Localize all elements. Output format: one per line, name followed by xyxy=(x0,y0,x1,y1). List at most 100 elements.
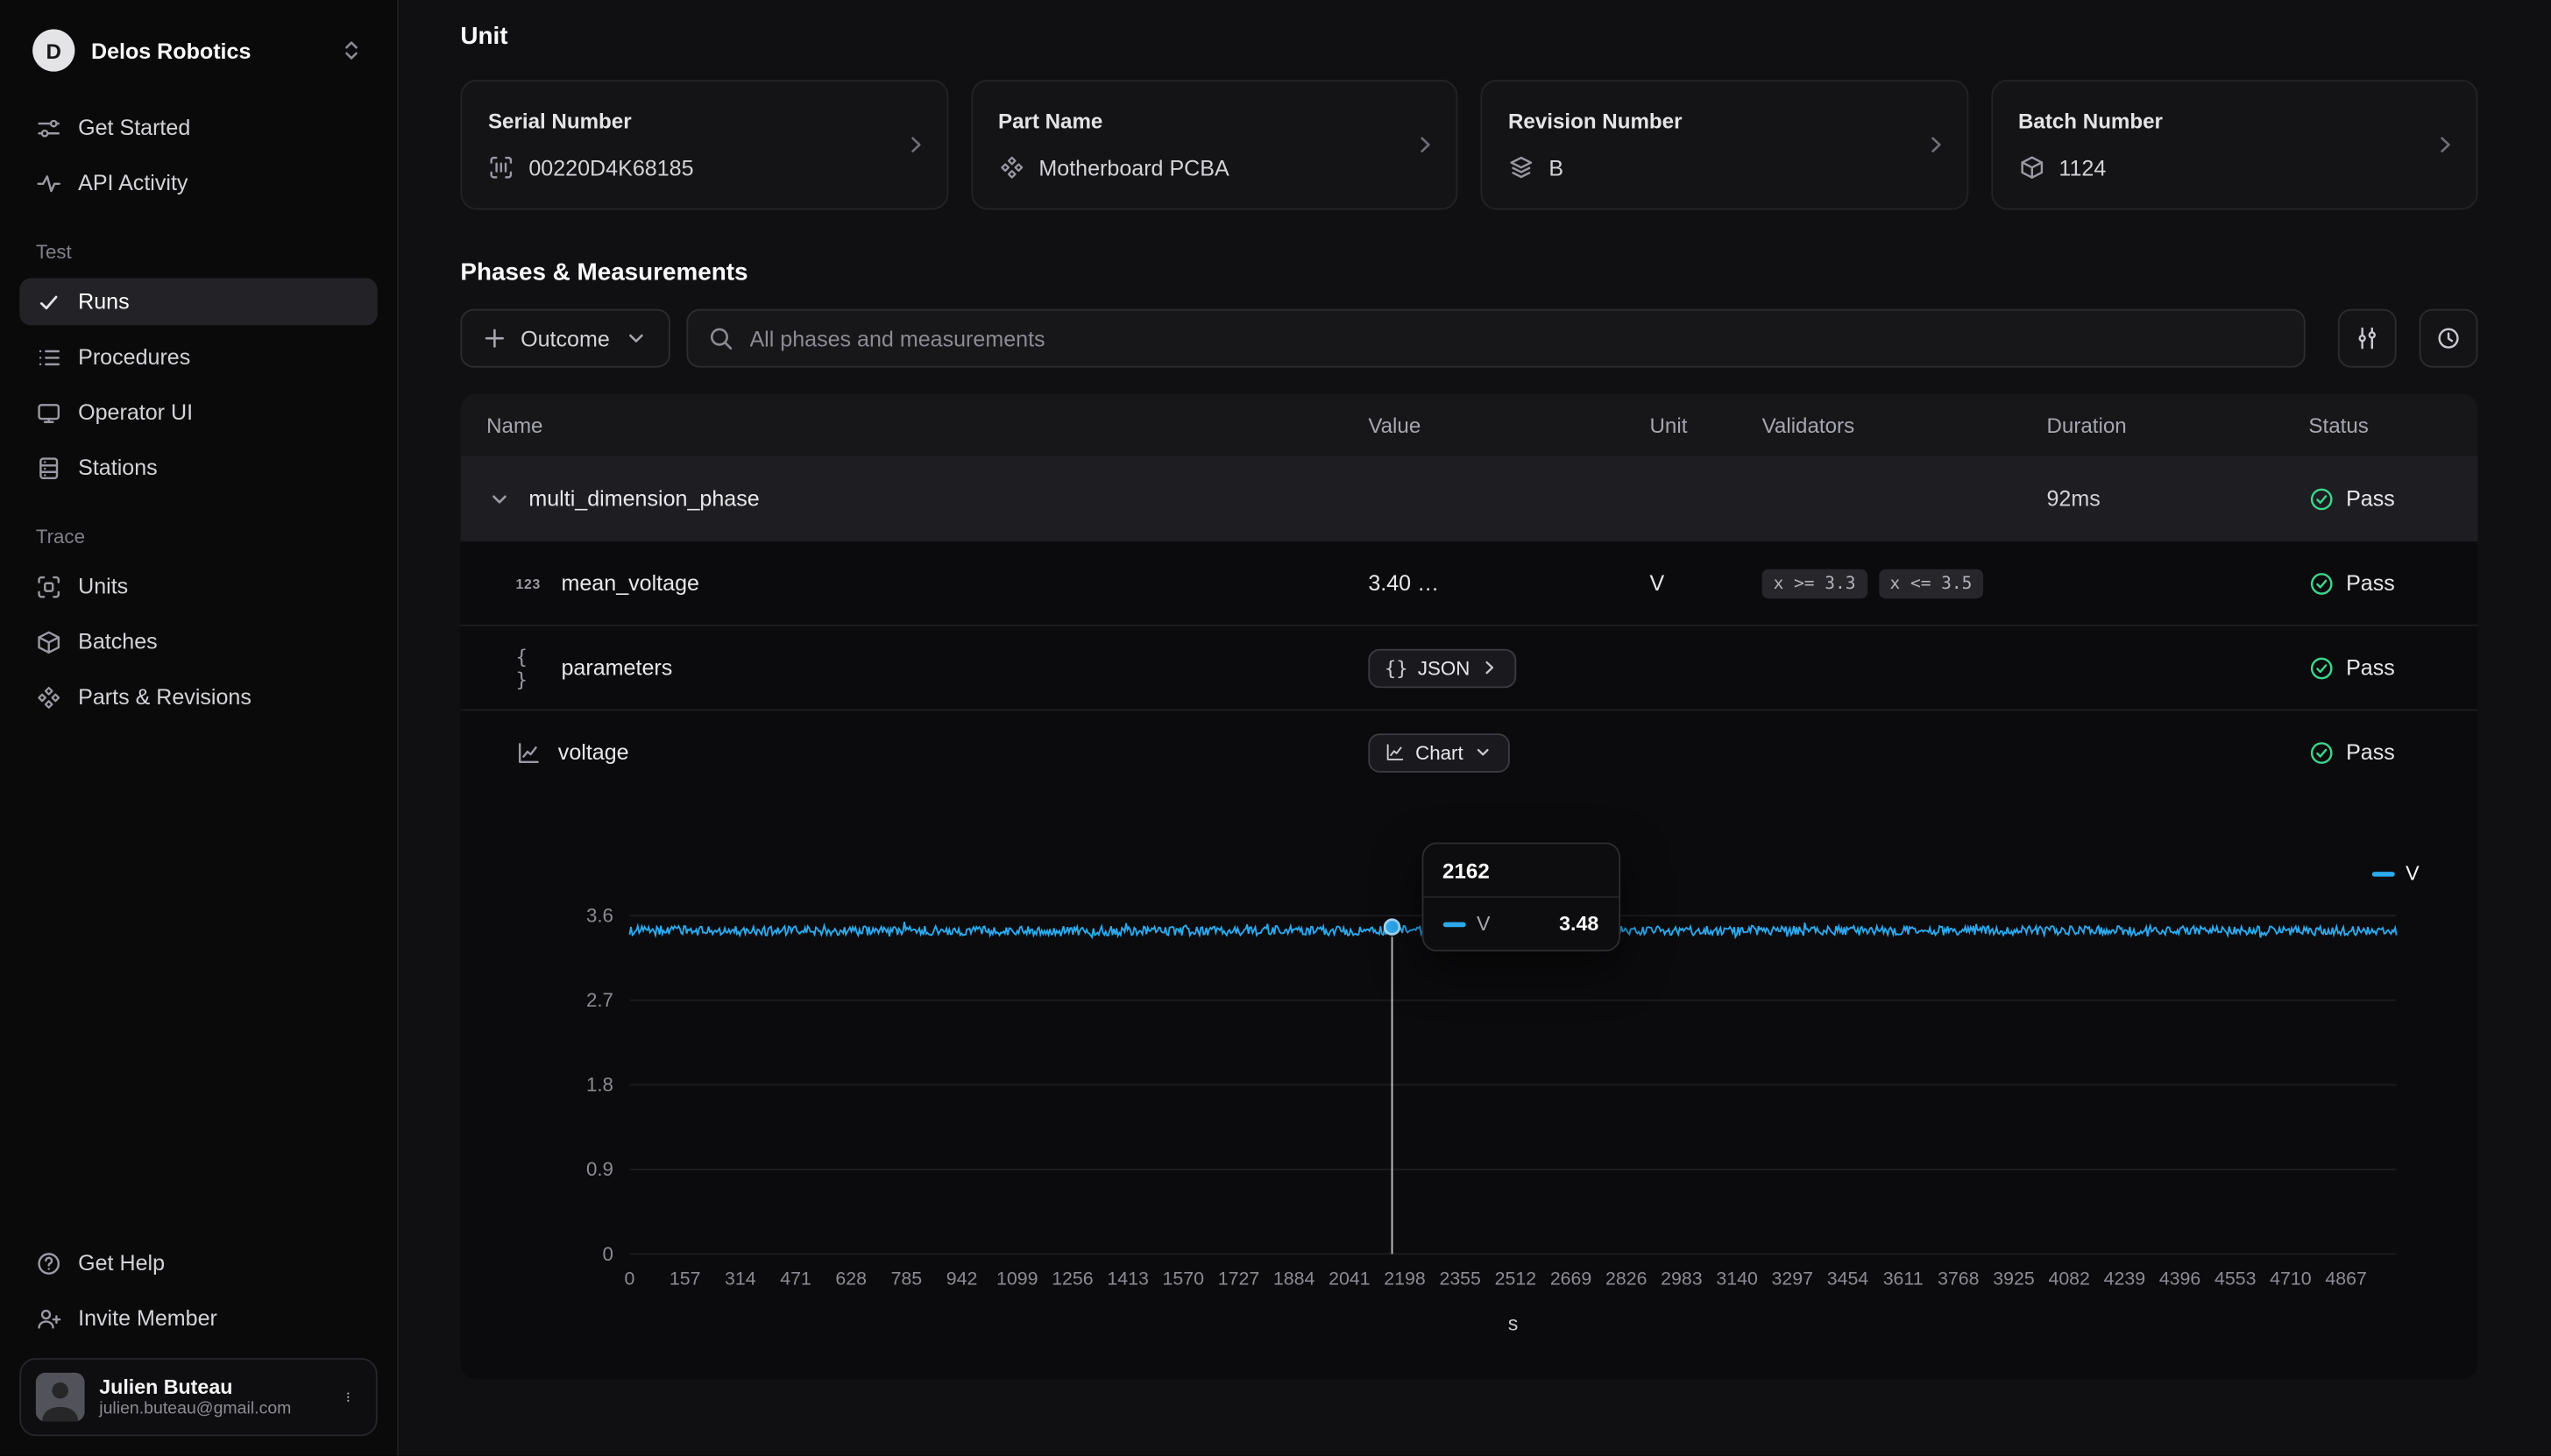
table-header: Name Value Unit Validators Duration Stat… xyxy=(460,393,2477,456)
phases-toolbar: Outcome xyxy=(460,309,2477,368)
svg-text:2983: 2983 xyxy=(1661,1269,1702,1290)
svg-text:4396: 4396 xyxy=(2159,1269,2200,1290)
chart-tooltip: 2162 V 3.48 xyxy=(1421,843,1619,951)
svg-text:785: 785 xyxy=(891,1269,923,1290)
sidebar-item-api-activity[interactable]: API Activity xyxy=(19,159,377,207)
validators: x >= 3.3 x <= 3.5 xyxy=(1762,569,2047,597)
box-icon xyxy=(2018,154,2044,180)
card-value: 1124 xyxy=(2059,155,2106,180)
phase-duration: 92ms xyxy=(2046,486,2308,511)
section-title: Phases & Measurements xyxy=(460,258,2477,286)
sidebar-item-procedures[interactable]: Procedures xyxy=(19,334,377,381)
chart-badge[interactable]: Chart xyxy=(1368,732,1510,772)
svg-text:1727: 1727 xyxy=(1218,1269,1259,1290)
screen: D Delos Robotics Get Started API Activit… xyxy=(0,0,2551,1456)
check-icon xyxy=(36,289,62,315)
json-badge[interactable]: {} JSON xyxy=(1368,648,1517,688)
status-label: Pass xyxy=(2346,655,2395,680)
sidebar-item-get-help[interactable]: Get Help xyxy=(19,1240,377,1287)
svg-text:628: 628 xyxy=(835,1269,867,1290)
serial-number-card[interactable]: Serial Number 00220D4K68185 xyxy=(460,80,947,210)
svg-text:3925: 3925 xyxy=(1993,1269,2034,1290)
svg-text:2669: 2669 xyxy=(1550,1269,1591,1290)
sidebar-item-label: Stations xyxy=(78,456,158,480)
batch-number-card[interactable]: Batch Number 1124 xyxy=(1990,80,2477,210)
chevron-down-icon xyxy=(623,325,649,351)
card-label: Serial Number xyxy=(488,109,920,133)
table-row-phase[interactable]: multi_dimension_phase 92ms Pass xyxy=(460,456,2477,541)
measurement-unit: V xyxy=(1650,571,1762,596)
app-window: D Delos Robotics Get Started API Activit… xyxy=(0,0,2551,1456)
phases-table-panel: Name Value Unit Validators Duration Stat… xyxy=(460,393,2477,1379)
kebab-menu-icon[interactable] xyxy=(335,1384,361,1410)
workspace-switcher[interactable]: D Delos Robotics xyxy=(19,17,377,85)
user-menu[interactable]: Julien Buteau julien.buteau@gmail.com xyxy=(19,1358,377,1436)
table-row-parameters[interactable]: { } parameters {} JSON xyxy=(460,625,2477,710)
status-badge: Pass xyxy=(2308,570,2451,597)
status-label: Pass xyxy=(2346,486,2395,511)
sidebar-item-label: Batches xyxy=(78,629,158,654)
svg-text:157: 157 xyxy=(670,1269,701,1290)
card-value: B xyxy=(1548,155,1563,180)
status-label: Pass xyxy=(2346,571,2395,596)
search-bar xyxy=(686,309,2306,368)
history-button[interactable] xyxy=(2420,309,2478,368)
chevron-up-down-icon xyxy=(338,38,365,64)
chart-legend[interactable]: V xyxy=(2371,862,2419,885)
sidebar-item-label: Parts & Revisions xyxy=(78,685,252,710)
chevron-right-icon xyxy=(1479,657,1500,678)
card-label: Revision Number xyxy=(1508,109,1940,133)
sidebar-item-units[interactable]: Units xyxy=(19,562,377,610)
status-badge: Pass xyxy=(2308,739,2451,766)
adjustments-button[interactable] xyxy=(2338,309,2397,368)
col-value: Value xyxy=(1368,413,1649,437)
chevron-right-icon xyxy=(2432,131,2458,158)
chevron-down-icon[interactable] xyxy=(486,485,513,512)
part-name-card[interactable]: Part Name Motherboard PCBA xyxy=(970,80,1457,210)
main-content: Unit Serial Number 00220D4K68185 Part Na… xyxy=(399,0,2551,1456)
workspace-avatar: D xyxy=(32,29,74,71)
braces-type-icon: { } xyxy=(516,645,545,690)
sidebar-item-label: Runs xyxy=(78,289,130,314)
sidebar-item-get-started[interactable]: Get Started xyxy=(19,104,377,152)
sidebar-item-batches[interactable]: Batches xyxy=(19,618,377,665)
legend-series-label: V xyxy=(2406,862,2419,885)
adjustments-icon xyxy=(2354,325,2380,351)
col-unit: Unit xyxy=(1650,413,1762,437)
sidebar-item-stations[interactable]: Stations xyxy=(19,444,377,491)
search-input[interactable] xyxy=(749,326,2284,350)
svg-text:1413: 1413 xyxy=(1107,1269,1148,1290)
sidebar-item-label: Get Started xyxy=(78,116,190,140)
check-circle-icon xyxy=(2308,654,2335,681)
validator-badge: x <= 3.5 xyxy=(1878,569,1983,597)
svg-text:0: 0 xyxy=(625,1269,635,1290)
svg-text:1884: 1884 xyxy=(1273,1269,1315,1290)
check-circle-icon xyxy=(2308,739,2335,766)
svg-text:3454: 3454 xyxy=(1827,1269,1869,1290)
braces-icon: {} xyxy=(1385,656,1408,679)
svg-text:1099: 1099 xyxy=(996,1269,1038,1290)
sidebar-item-runs[interactable]: Runs xyxy=(19,278,377,325)
rack-icon xyxy=(36,455,62,481)
series-color-dash xyxy=(2371,871,2394,876)
user-name: Julien Buteau xyxy=(99,1376,320,1399)
check-circle-icon xyxy=(2308,485,2335,512)
unit-cards: Serial Number 00220D4K68185 Part Name xyxy=(460,80,2477,210)
table-row-voltage[interactable]: voltage Chart xyxy=(460,709,2477,794)
measurement-value: 3.40 … xyxy=(1368,571,1649,596)
voltage-chart[interactable]: 00.91.82.73.6015731447162878594210991256… xyxy=(486,816,2477,1379)
activity-icon xyxy=(36,170,62,196)
card-value: 00220D4K68185 xyxy=(528,155,693,180)
outcome-filter-button[interactable]: Outcome xyxy=(460,309,670,368)
table-row-mean-voltage[interactable]: 123 mean_voltage 3.40 … V x >= 3.3 x <= … xyxy=(460,540,2477,625)
svg-text:2355: 2355 xyxy=(1439,1269,1480,1290)
user-plus-icon xyxy=(36,1305,62,1332)
sidebar-item-invite-member[interactable]: Invite Member xyxy=(19,1295,377,1342)
revision-number-card[interactable]: Revision Number B xyxy=(1480,80,1967,210)
layers-icon xyxy=(1508,154,1534,180)
avatar xyxy=(36,1373,85,1422)
svg-text:2.7: 2.7 xyxy=(586,989,613,1011)
sidebar-item-operator-ui[interactable]: Operator UI xyxy=(19,389,377,436)
validator-badge: x >= 3.3 xyxy=(1762,569,1867,597)
sidebar-item-parts-revisions[interactable]: Parts & Revisions xyxy=(19,674,377,721)
